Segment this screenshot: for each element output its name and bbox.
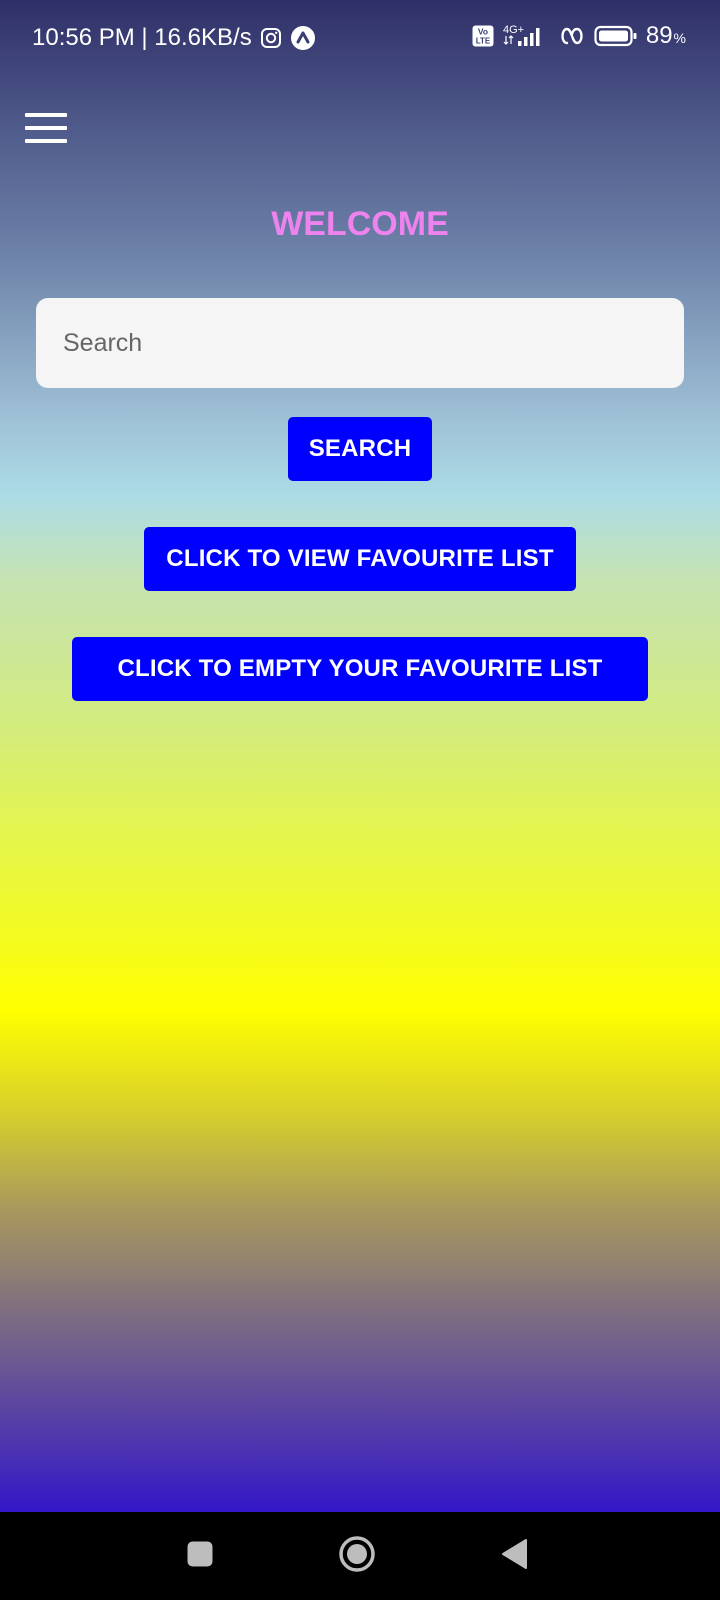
- app-screen: 10:56 PM | 16.6KB/s Vo LTE 4G+ 89 % WELC…: [0, 0, 720, 1512]
- status-time: 10:56 PM | 16.6KB/s: [32, 24, 252, 51]
- recents-button[interactable]: [170, 1512, 230, 1600]
- search-input[interactable]: [36, 298, 684, 388]
- signal-strength-icon: 4G+: [502, 23, 550, 49]
- network-type-text: 4G+: [503, 24, 524, 36]
- status-bar: 10:56 PM | 16.6KB/s Vo LTE 4G+ 89 %: [0, 0, 720, 78]
- view-favourite-list-button[interactable]: CLICK TO VIEW FAVOURITE LIST: [144, 527, 576, 591]
- back-button[interactable]: [484, 1512, 544, 1600]
- volte-top-text: Vo: [478, 27, 488, 37]
- circle-icon: [338, 1535, 376, 1578]
- instagram-icon: [260, 27, 282, 49]
- a-circle-icon: [290, 25, 316, 51]
- status-right: Vo LTE 4G+ 89 %: [472, 22, 686, 50]
- menu-line-top: [25, 113, 67, 117]
- empty-favourite-list-button[interactable]: CLICK TO EMPTY YOUR FAVOURITE LIST: [72, 637, 648, 701]
- battery-value: 89: [645, 22, 673, 49]
- home-button[interactable]: [327, 1512, 387, 1600]
- battery-icon: [594, 24, 638, 48]
- search-button[interactable]: SEARCH: [288, 417, 432, 481]
- triangle-back-icon: [500, 1538, 528, 1575]
- menu-line-middle: [25, 126, 67, 130]
- page-title: WELCOME: [271, 205, 449, 243]
- battery-percent-symbol: %: [673, 30, 686, 46]
- battery-percentage: 89%: [646, 22, 686, 50]
- status-left: 10:56 PM | 16.6KB/s: [32, 24, 316, 52]
- hamburger-menu-icon[interactable]: [25, 113, 67, 145]
- volte-bottom-text: LTE: [476, 37, 491, 46]
- loop-icon: [558, 24, 586, 48]
- volte-icon: Vo LTE: [472, 25, 494, 47]
- menu-line-bottom: [25, 139, 67, 143]
- square-icon: [187, 1541, 213, 1572]
- navigation-bar: [0, 1512, 720, 1600]
